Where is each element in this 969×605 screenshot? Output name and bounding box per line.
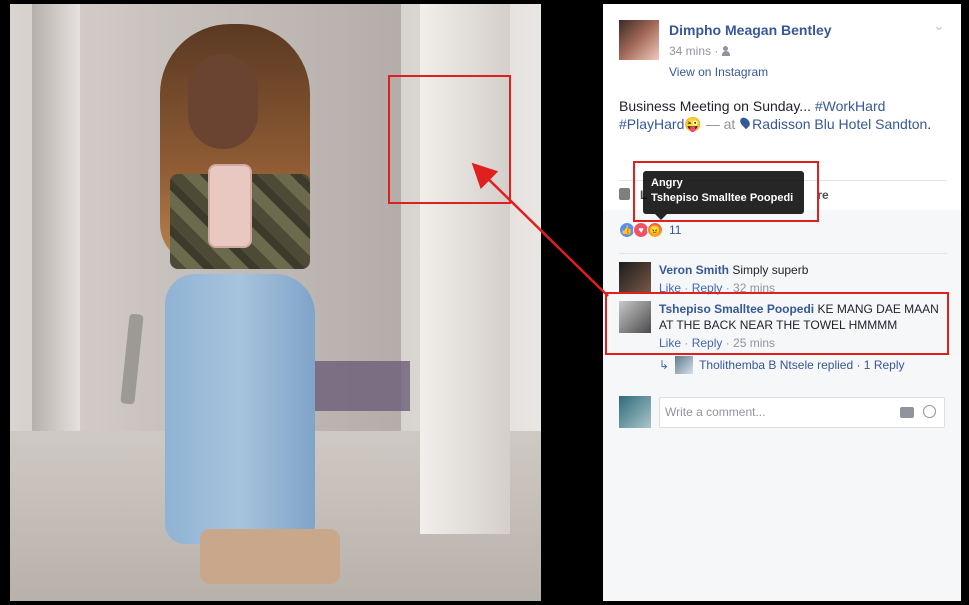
comment-text: Simply superb xyxy=(729,263,809,277)
post-meta: 34 mins · xyxy=(669,44,734,58)
replies-text[interactable]: Tholithemba B Ntsele replied · 1 Reply xyxy=(699,358,904,372)
post-text-body: Business Meeting on Sunday... xyxy=(619,98,815,114)
like-thumb-icon[interactable] xyxy=(619,188,630,200)
comment-author[interactable]: Veron Smith xyxy=(659,263,729,277)
location-link[interactable]: Radisson Blu Hotel Sandton xyxy=(752,116,927,132)
view-replies-link[interactable]: ↳ Tholithemba B Ntsele replied · 1 Reply xyxy=(659,356,905,374)
post-time[interactable]: 34 mins · xyxy=(669,44,718,58)
comment-body: Veron Smith Simply superb Like · Reply ·… xyxy=(659,262,939,296)
photo-face xyxy=(188,54,258,149)
angry-reaction-icon: 😠 xyxy=(647,222,663,238)
emoji-picker-icon[interactable] xyxy=(923,404,936,418)
photo-jeans xyxy=(165,274,315,544)
view-on-instagram-link[interactable]: View on Instagram xyxy=(669,65,768,79)
reaction-count[interactable]: 11 xyxy=(669,223,681,237)
author-avatar[interactable] xyxy=(619,20,659,60)
photo-shoes xyxy=(200,529,340,584)
comment-input-placeholder: Write a comment... xyxy=(665,405,766,419)
post-text-end: . xyxy=(927,116,932,132)
current-user-avatar xyxy=(619,396,651,428)
chevron-down-icon[interactable]: ⌄ xyxy=(933,19,945,32)
hashtag-playhard[interactable]: #PlayHard xyxy=(619,116,684,132)
reactions-summary[interactable]: 👍 ♥ 😠 11 xyxy=(619,222,681,238)
location-pin-icon xyxy=(738,115,752,130)
divider xyxy=(619,253,947,254)
post-text: Business Meeting on Sunday... #WorkHard … xyxy=(619,97,949,133)
photo-viewer xyxy=(0,0,603,605)
photo-person xyxy=(160,24,340,584)
photo-phone xyxy=(208,164,252,248)
highlight-box-tooltip xyxy=(633,161,819,222)
author-name[interactable]: Dimpho Meagan Bentley xyxy=(669,22,832,38)
hashtag-workhard[interactable]: #WorkHard xyxy=(815,98,886,114)
replier-avatar xyxy=(675,356,694,374)
friends-icon xyxy=(722,46,734,56)
comment-input[interactable]: Write a comment... xyxy=(659,396,945,428)
reply-arrow-icon: ↳ xyxy=(659,358,670,372)
commenter-avatar[interactable] xyxy=(619,262,651,294)
photo-door-handle xyxy=(120,313,144,405)
highlight-box-comment xyxy=(605,292,949,355)
comment-composer: Write a comment... xyxy=(619,396,945,428)
emoji-icon: 😜 xyxy=(684,116,702,132)
camera-icon[interactable] xyxy=(900,406,914,418)
share-action-label[interactable]: re xyxy=(817,188,828,202)
at-label: — at xyxy=(701,116,740,132)
highlight-box-photo xyxy=(388,75,511,204)
